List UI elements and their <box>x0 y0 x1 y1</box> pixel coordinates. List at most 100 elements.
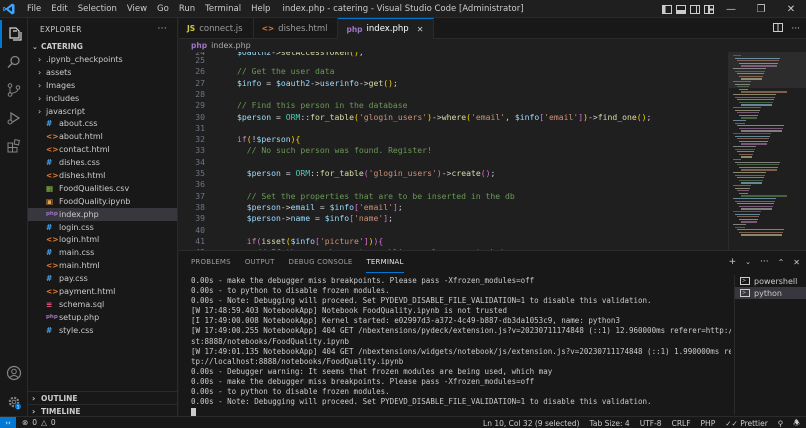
more-actions-icon[interactable]: ··· <box>760 257 769 267</box>
problems-indicator[interactable]: ⊗ 0 △ 0 <box>22 418 56 427</box>
file-item[interactable]: <> login.html <box>28 233 177 246</box>
warning-icon: △ <box>41 418 47 427</box>
folder-item[interactable]: › Images <box>28 79 177 92</box>
chevron-down-icon[interactable]: ⌄ <box>745 258 751 266</box>
file-item[interactable]: <> about.html <box>28 130 177 143</box>
explorer-icon[interactable] <box>0 20 28 48</box>
file-item[interactable]: <> dishes.html <box>28 169 177 182</box>
outline-label: OUTLINE <box>41 393 78 403</box>
encoding[interactable]: UTF-8 <box>640 419 662 428</box>
panel-tab-problems[interactable]: PROBLEMS <box>191 251 231 273</box>
run-debug-icon[interactable] <box>0 104 28 132</box>
search-icon[interactable] <box>0 48 28 76</box>
folder-item[interactable]: › .ipynb_checkpoints <box>28 53 177 66</box>
close-window-button[interactable]: ✕ <box>776 0 806 18</box>
chevron-right-icon: › <box>38 80 42 90</box>
chevron-right-icon: › <box>38 67 42 77</box>
menu-go[interactable]: Go <box>152 4 174 14</box>
warning-count: 0 <box>50 418 56 427</box>
file-item[interactable]: ▦ FoodQualities.csv <box>28 182 177 195</box>
file-label: includes <box>46 93 80 103</box>
menu-help[interactable]: Help <box>246 4 275 14</box>
panel-tab-debug-console[interactable]: DEBUG CONSOLE <box>289 251 353 273</box>
folder-item[interactable]: › javascript <box>28 105 177 118</box>
minimize-button[interactable]: — <box>716 0 746 18</box>
file-label: about.css <box>59 119 98 129</box>
file-item[interactable]: ≡ schema.sql <box>28 298 177 311</box>
tab-index-php[interactable]: php index.php ✕ <box>338 18 435 39</box>
css-file-icon: # <box>46 158 53 168</box>
folder-item[interactable]: › assets <box>28 66 177 79</box>
terminal-item-powershell[interactable]: > powershell <box>735 275 806 287</box>
source-control-icon[interactable] <box>0 76 28 104</box>
file-item[interactable]: php setup.php <box>28 311 177 324</box>
new-terminal-icon[interactable]: + <box>729 257 737 267</box>
menu-file[interactable]: File <box>22 4 46 14</box>
manage-gear-icon[interactable]: 1 <box>0 388 28 416</box>
more-actions-icon[interactable]: ··· <box>791 24 800 34</box>
accounts-icon[interactable] <box>0 359 28 387</box>
file-item[interactable]: # main.css <box>28 246 177 259</box>
toggle-secondary-sidebar-icon[interactable] <box>688 0 702 18</box>
line-number: 40 <box>195 224 205 235</box>
file-item[interactable]: # dishes.css <box>28 156 177 169</box>
menu-run[interactable]: Run <box>174 4 200 14</box>
close-tab-icon[interactable]: ✕ <box>417 25 424 34</box>
breadcrumb[interactable]: php index.php <box>179 39 806 52</box>
extensions-icon[interactable] <box>0 132 28 160</box>
breadcrumb-file[interactable]: index.php <box>211 41 251 50</box>
html-file-icon: <> <box>46 261 59 271</box>
restore-button[interactable]: ❐ <box>746 0 776 18</box>
file-item[interactable]: <> payment.html <box>28 285 177 298</box>
terminal-line: 0.00s - Note: Debugging will proceed. Se… <box>191 296 652 306</box>
file-item[interactable]: <> main.html <box>28 259 177 272</box>
terminal-label: python <box>754 288 782 298</box>
terminal-icon: > <box>740 289 750 297</box>
explorer-more-actions-button[interactable]: ··· <box>158 24 167 34</box>
maximize-panel-icon[interactable]: ⌃ <box>778 258 785 267</box>
folder-item[interactable]: › includes <box>28 92 177 105</box>
file-label: main.html <box>59 261 100 271</box>
customize-layout-icon[interactable] <box>702 0 716 18</box>
toggle-panel-icon[interactable] <box>674 0 688 18</box>
panel-tab-terminal[interactable]: TERMINAL <box>366 251 404 273</box>
file-item[interactable]: # login.css <box>28 221 177 234</box>
end-of-line[interactable]: CRLF <box>672 419 691 428</box>
html-file-icon: <> <box>46 170 59 180</box>
outline-section[interactable]: › OUTLINE <box>28 391 178 404</box>
remote-indicator-icon[interactable]: ›‹ <box>0 416 16 428</box>
file-item[interactable]: php index.php <box>28 207 177 221</box>
panel-tab-output[interactable]: OUTPUT <box>245 251 275 273</box>
menu-view[interactable]: View <box>122 4 152 14</box>
language-mode[interactable]: PHP <box>701 419 716 428</box>
file-type-icon: JS <box>187 24 196 33</box>
minimap[interactable] <box>728 52 806 250</box>
file-item[interactable]: <> contact.html <box>28 143 177 156</box>
tab-dishes-html[interactable]: <> dishes.html <box>254 18 339 39</box>
file-item[interactable]: # pay.css <box>28 272 177 285</box>
tab-connect-js[interactable]: JS connect.js <box>179 18 254 39</box>
file-label: payment.html <box>59 286 116 296</box>
tab-size[interactable]: Tab Size: 4 <box>590 419 630 428</box>
menu-selection[interactable]: Selection <box>73 4 122 14</box>
file-item[interactable]: # style.css <box>28 324 177 337</box>
file-label: main.css <box>59 248 95 258</box>
file-item[interactable]: ▣ FoodQuality.ipynb <box>28 195 177 208</box>
menu-terminal[interactable]: Terminal <box>200 4 246 14</box>
line-number: 35 <box>195 168 205 178</box>
toggle-primary-sidebar-icon[interactable] <box>660 0 674 18</box>
split-editor-icon[interactable] <box>773 22 784 35</box>
workspace-folder[interactable]: ⌄ CATERING <box>28 40 177 53</box>
menu-edit[interactable]: Edit <box>46 4 72 14</box>
code-editor[interactable]: 24 $oauth2->setAccessToken(); 25 26// Get… <box>179 52 728 250</box>
terminal-line: [W 17:49:01.135 NotebookApp] 404 GET /nb… <box>191 346 731 356</box>
accounts-status-icon[interactable]: ⚲ <box>778 419 784 428</box>
close-panel-icon[interactable]: ✕ <box>793 258 800 267</box>
terminal-output[interactable]: 0.00s - make the debugger miss breakpoin… <box>191 276 731 417</box>
file-item[interactable]: # about.css <box>28 117 177 130</box>
cursor-position[interactable]: Ln 10, Col 32 (9 selected) <box>483 419 580 428</box>
prettier-status[interactable]: ✓✓ Prettier <box>725 419 768 428</box>
terminal-line: st:8888/notebooks/FoodQuality.ipynb <box>191 336 350 346</box>
notifications-bell-icon[interactable]: 🕭 <box>793 417 800 428</box>
terminal-item-python[interactable]: > python <box>735 287 806 299</box>
